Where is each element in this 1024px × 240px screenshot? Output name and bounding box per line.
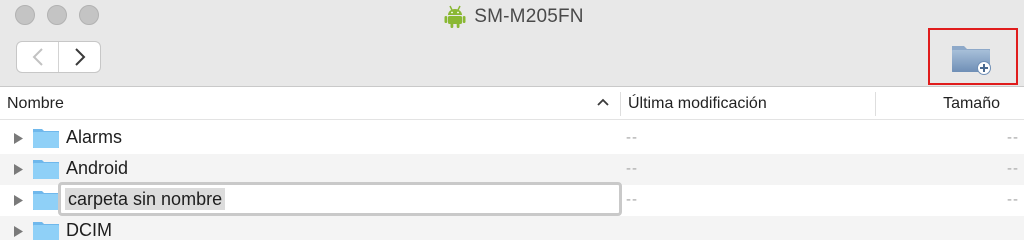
back-button[interactable]	[17, 42, 58, 72]
back-forward-control	[16, 41, 101, 73]
folder-icon	[33, 160, 59, 179]
column-header: Nombre Última modificación Tamaño	[0, 88, 1024, 120]
list-item-size: --	[1007, 129, 1019, 146]
list-item-name: Android	[66, 158, 129, 178]
forward-button[interactable]	[58, 42, 100, 72]
folder-icon	[33, 129, 59, 148]
column-divider[interactable]	[620, 92, 621, 116]
android-icon	[444, 5, 466, 28]
folder-icon	[33, 222, 59, 240]
window-title-bar: SM-M205FN	[0, 5, 1024, 29]
disclosure-triangle-icon[interactable]	[13, 132, 24, 145]
disclosure-triangle-icon[interactable]	[13, 194, 24, 207]
list-item-modified: --	[626, 129, 638, 146]
disclosure-triangle-icon[interactable]	[13, 163, 24, 176]
chevron-right-icon	[74, 48, 85, 66]
folder-icon	[33, 191, 59, 210]
chevron-left-icon	[32, 48, 43, 66]
window-title: SM-M205FN	[474, 6, 584, 27]
list-item-size: --	[1007, 191, 1019, 208]
column-name-header[interactable]: Nombre	[7, 95, 64, 113]
list-item[interactable]: Alarms -- --	[0, 123, 1024, 154]
new-folder-icon	[952, 46, 991, 75]
list-item-name: DCIM	[66, 220, 112, 240]
list-item[interactable]: Android -- --	[0, 154, 1024, 185]
new-folder-button[interactable]	[950, 40, 994, 81]
sort-ascending-icon[interactable]	[596, 97, 610, 107]
list-item-name: Alarms	[66, 127, 123, 147]
column-size-header[interactable]: Tamaño	[943, 95, 1000, 113]
rename-field[interactable]: carpeta sin nombre	[58, 182, 622, 216]
column-divider[interactable]	[875, 92, 876, 116]
list-item-modified: --	[626, 160, 638, 177]
window-toolbar: SM-M205FN	[0, 0, 1024, 87]
list-item[interactable]: carpeta sin nombre -- --	[0, 182, 1024, 216]
list-item-modified: --	[626, 191, 638, 208]
column-modified-header[interactable]: Última modificación	[628, 95, 767, 113]
rename-field-text[interactable]: carpeta sin nombre	[65, 188, 226, 210]
disclosure-triangle-icon[interactable]	[13, 225, 24, 238]
list-item-size: --	[1007, 160, 1019, 177]
list-item[interactable]: DCIM	[0, 216, 1024, 240]
